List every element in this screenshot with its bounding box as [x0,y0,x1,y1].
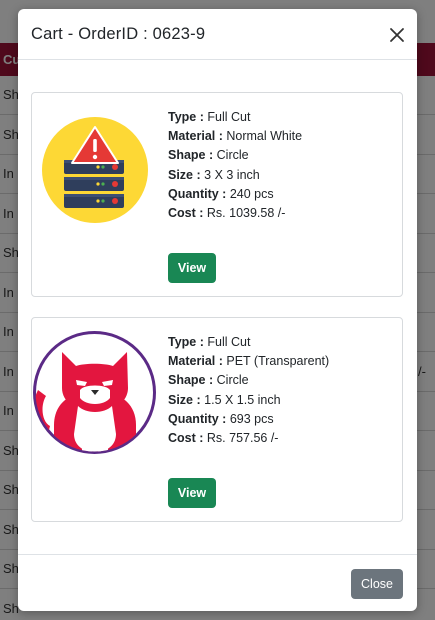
modal-title: Cart - OrderID : 0623-9 [31,25,206,43]
item-cost: Cost : Rs. 757.56 /- [168,431,279,446]
cat-logo-icon [32,330,157,455]
view-button[interactable]: View [168,478,216,508]
cart-item-card: Type : Full Cut Material : Normal White … [31,92,403,297]
item-material: Material : Normal White [168,129,303,144]
item-size: Size : 1.5 X 1.5 inch [168,392,281,407]
cart-item-card: Type : Full Cut Material : PET (Transpar… [31,317,403,522]
close-button[interactable]: Close [351,569,403,599]
item-quantity: Quantity : 693 pcs [168,411,274,426]
cart-modal: Cart - OrderID : 0623-9 Type: Full Cut … [18,9,417,611]
modal-footer: Close [18,554,417,611]
item-cost: Cost : Rs. 1039.58 /- [168,206,286,221]
close-icon[interactable] [387,25,407,45]
view-button[interactable]: View [168,253,216,283]
item-type: Type : Full Cut [168,110,251,124]
item-details: Type : Full Cut Material : PET (Transpar… [168,333,329,448]
modal-header: Cart - OrderID : 0623-9 [18,9,417,60]
item-type: Type : Full Cut [168,335,251,349]
item-material: Material : PET (Transparent) [168,354,330,369]
item-shape: Shape : Circle [168,148,249,163]
item-size: Size : 3 X 3 inch [168,167,260,182]
item-quantity: Quantity : 240 pcs [168,186,274,201]
item-shape: Shape : Circle [168,373,249,388]
item-details: Type : Full Cut Material : Normal White … [168,108,302,223]
server-warning-icon [40,115,150,225]
